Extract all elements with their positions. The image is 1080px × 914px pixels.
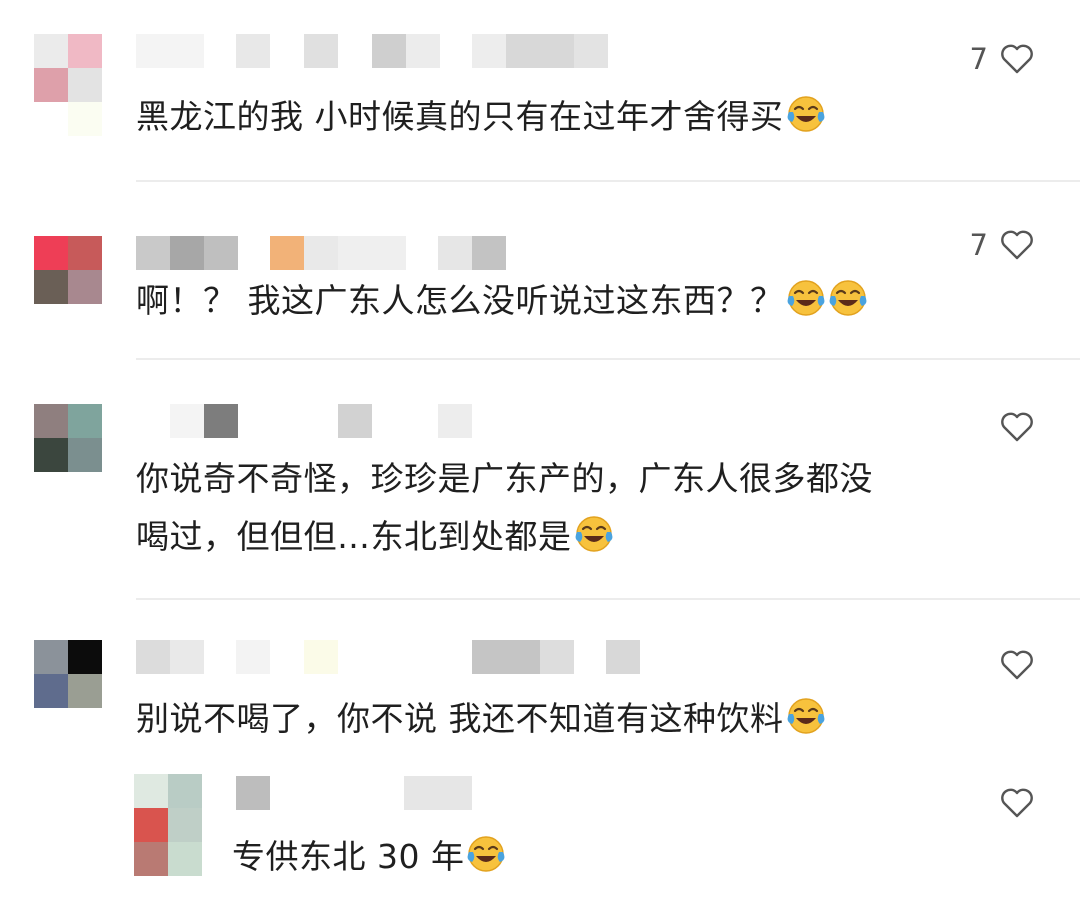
like-count: 7: [969, 228, 988, 262]
laughing-crying-emoji-icon: [466, 834, 506, 874]
heart-outline-icon: [1000, 412, 1034, 442]
comment-text: 专供东北 30 年: [232, 828, 506, 886]
like-button[interactable]: [988, 650, 1034, 680]
avatar[interactable]: [134, 774, 202, 876]
like-button[interactable]: [988, 788, 1034, 818]
like-button[interactable]: 7: [970, 228, 1034, 262]
divider: [136, 180, 1080, 182]
comment-text-line-2: 喝过，但但但…东北到处都是: [136, 508, 614, 566]
divider: [136, 598, 1080, 600]
divider: [136, 358, 1080, 360]
laughing-crying-emoji-icon: [786, 696, 826, 736]
laughing-crying-emoji-icon: [786, 94, 826, 134]
avatar[interactable]: [34, 640, 102, 708]
laughing-crying-emoji-icon: [786, 278, 826, 318]
comment-text: 你说奇不奇怪，珍珍是广东产的，广东人很多都没: [136, 459, 873, 498]
username-redacted[interactable]: [236, 776, 536, 810]
username-redacted[interactable]: [136, 404, 616, 438]
laughing-crying-emoji-icon: [574, 514, 614, 554]
like-count: 7: [969, 42, 988, 76]
comment-text: 别说不喝了，你不说 我还不知道有这种饮料: [136, 690, 826, 748]
username-redacted[interactable]: [136, 34, 616, 68]
like-button[interactable]: 7: [970, 42, 1034, 76]
comment-text: 啊！？ 我这广东人怎么没听说过这东西？？: [136, 272, 868, 330]
avatar[interactable]: [34, 34, 102, 136]
heart-outline-icon: [1000, 650, 1034, 680]
heart-outline-icon: [1000, 788, 1034, 818]
username-redacted[interactable]: [136, 640, 656, 674]
heart-outline-icon: [1000, 230, 1034, 260]
avatar[interactable]: [34, 404, 102, 472]
avatar[interactable]: [34, 236, 102, 304]
comment-list: 7 黑龙江的我 小时候真的只有在过年才舍得买 7 啊！？ 我这广东人怎么没听说过…: [0, 0, 1080, 914]
like-button[interactable]: [988, 412, 1034, 442]
comment-text: 黑龙江的我 小时候真的只有在过年才舍得买: [136, 88, 826, 146]
heart-outline-icon: [1000, 44, 1034, 74]
laughing-crying-emoji-icon: [828, 278, 868, 318]
username-redacted[interactable]: [136, 236, 616, 270]
